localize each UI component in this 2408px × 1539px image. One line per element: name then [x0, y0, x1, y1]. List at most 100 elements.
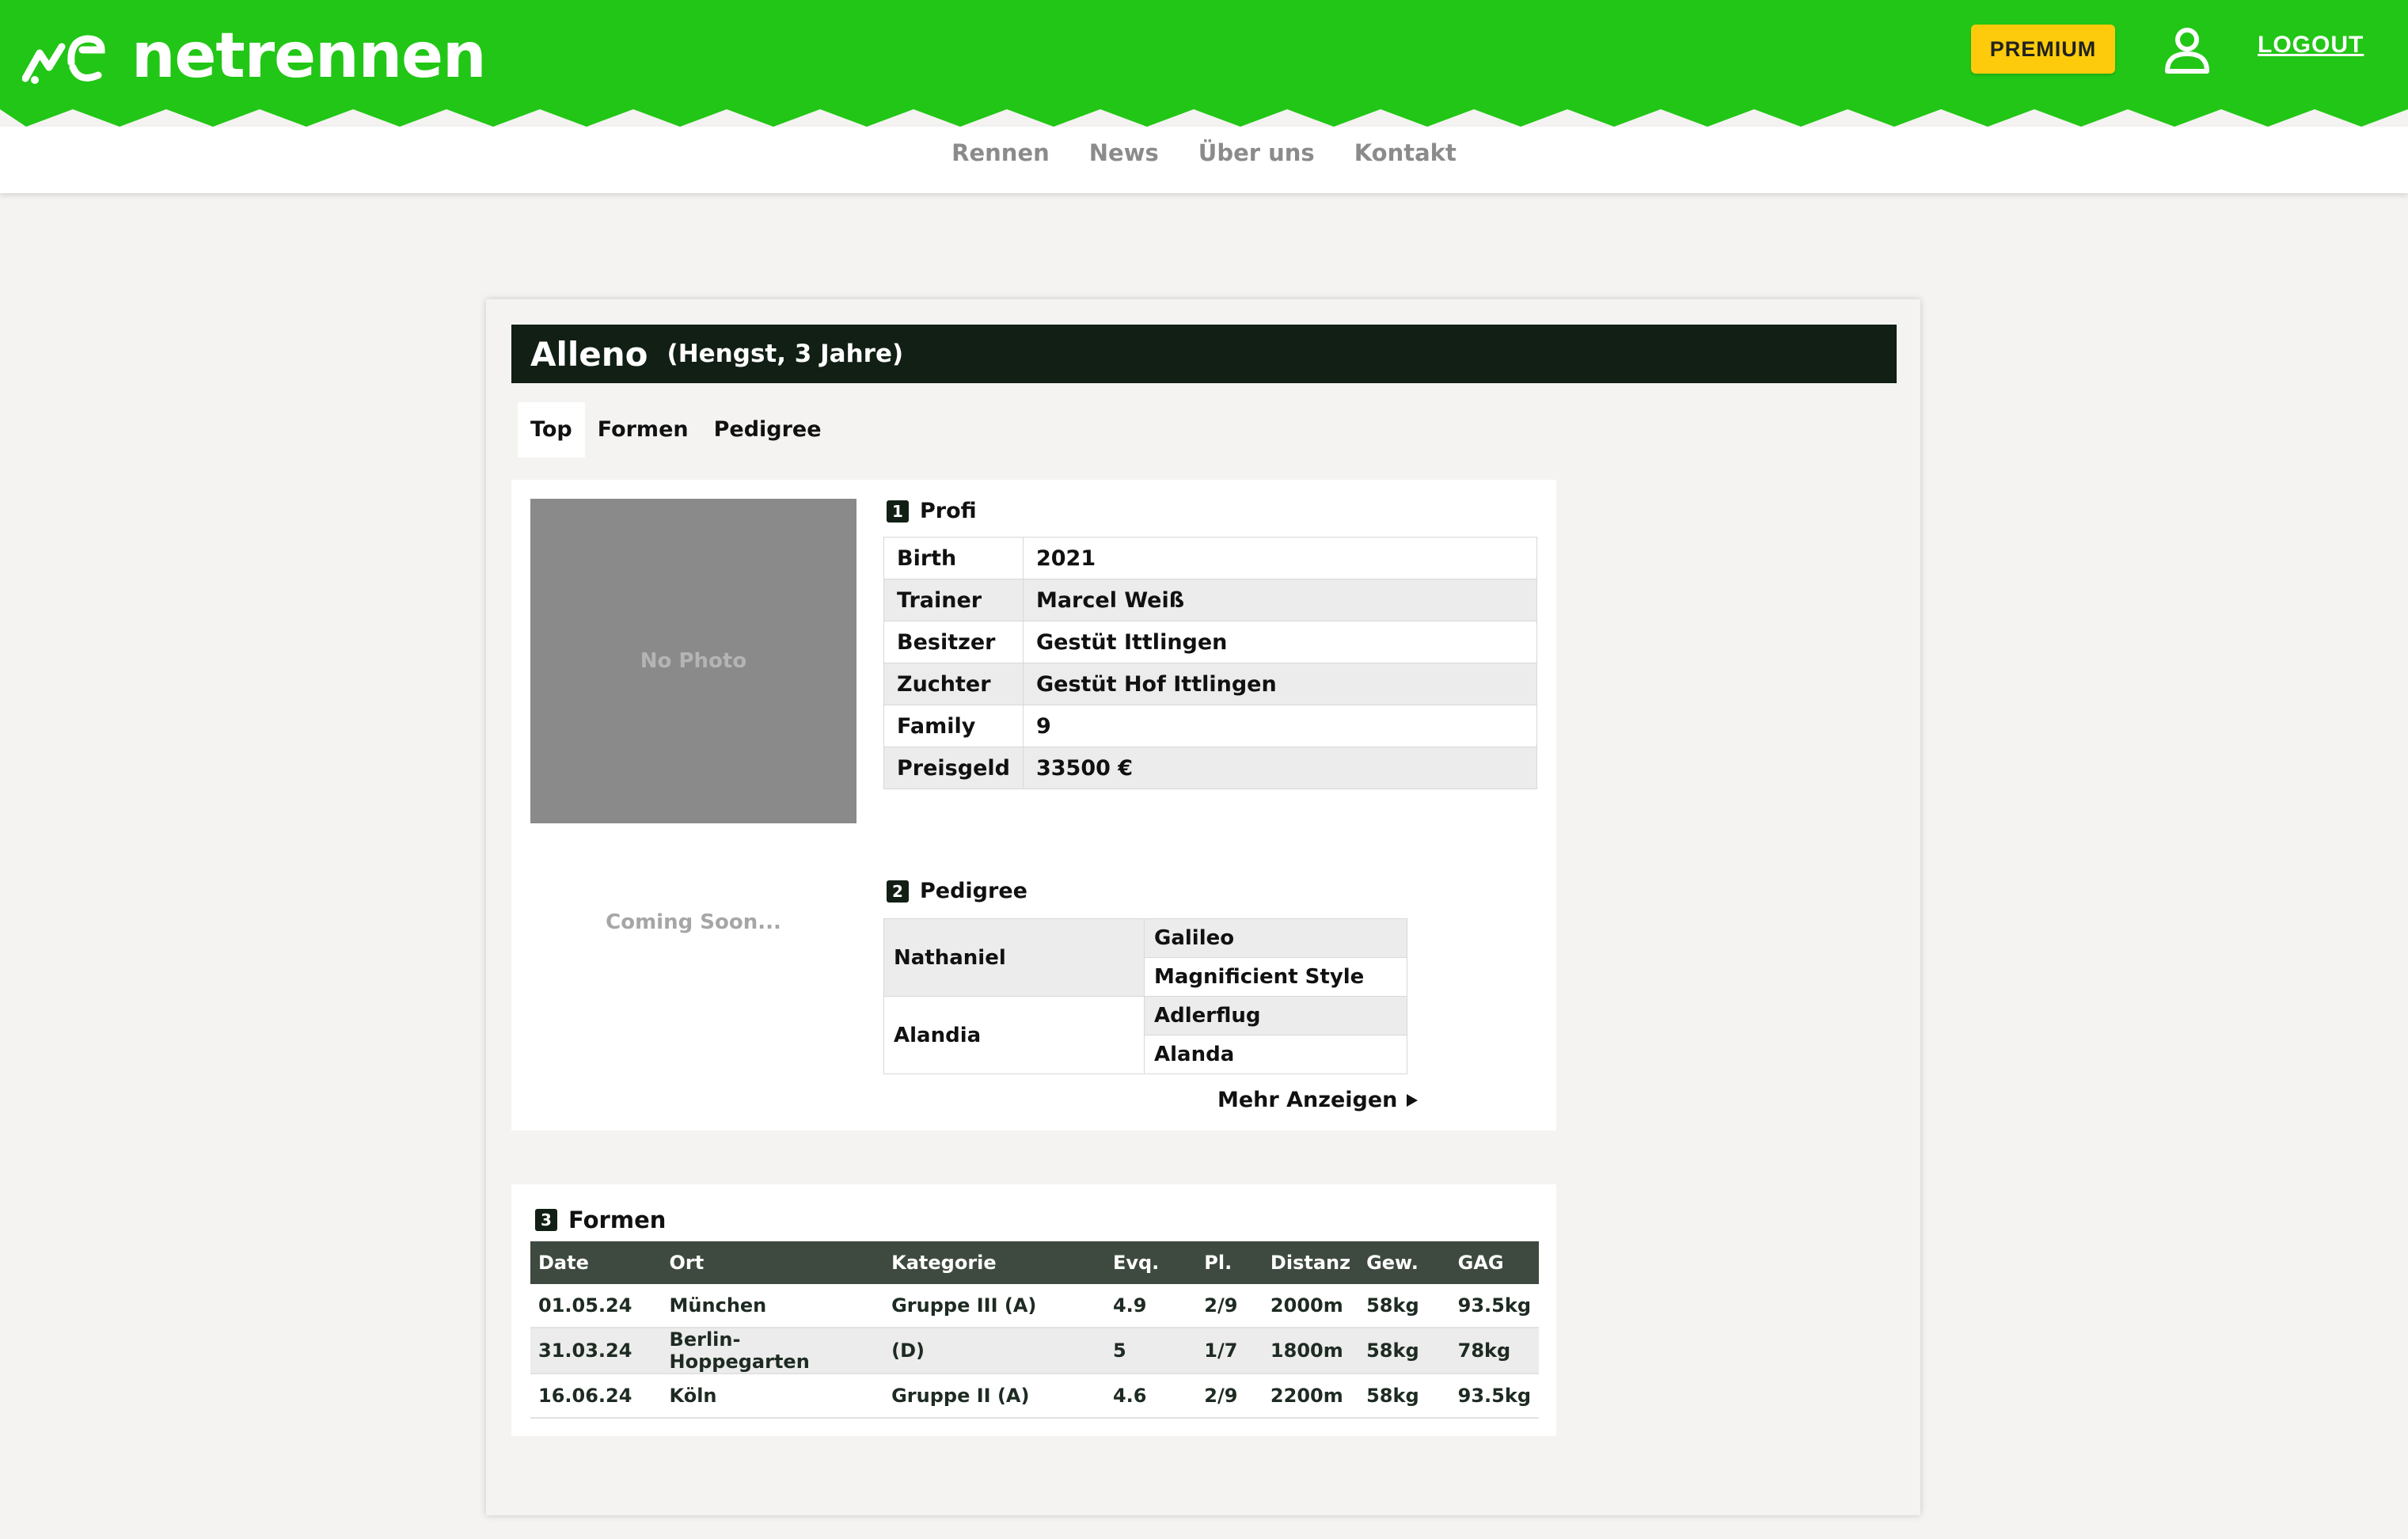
profi-value: Marcel Weiß	[1022, 579, 1538, 621]
site-header: netrennen PREMIUM LOGOUT	[0, 0, 2408, 127]
table-row: Preisgeld 33500 €	[883, 747, 1538, 789]
column-header: Kategorie	[883, 1241, 1105, 1284]
main-nav: Rennen News Über uns Kontakt	[0, 139, 2408, 166]
cell-date: 31.03.24	[530, 1328, 662, 1374]
column-header: Distanz	[1262, 1241, 1359, 1284]
nav-link-ueber-uns[interactable]: Über uns	[1198, 139, 1315, 166]
logout-link[interactable]: LOGOUT	[2258, 32, 2364, 59]
profi-key: Preisgeld	[883, 747, 1024, 789]
profi-key: Besitzer	[883, 621, 1024, 663]
horse-name: Alleno	[530, 334, 648, 374]
table-row: Trainer Marcel Weiß	[883, 579, 1538, 621]
column-header: Evq.	[1104, 1241, 1197, 1284]
mehr-anzeigen-link[interactable]: Mehr Anzeigen	[1217, 1088, 1419, 1112]
logo-icon	[22, 35, 105, 84]
nav-link-kontakt[interactable]: Kontakt	[1354, 139, 1457, 166]
column-header: Ort	[661, 1241, 884, 1284]
formen-table: Date Ort Kategorie Evq. Pl. Distanz Gew.…	[530, 1241, 1539, 1419]
tab-top[interactable]: Top	[518, 402, 585, 458]
pedigree-title: Pedigree	[920, 879, 1027, 903]
cell-kategorie: Gruppe III (A)	[883, 1284, 1105, 1328]
formen-heading: 3 Formen	[535, 1206, 666, 1233]
cell-date: 01.05.24	[530, 1284, 662, 1328]
horse-subtitle: (Hengst, 3 Jahre)	[667, 340, 904, 368]
cell-kategorie: Gruppe II (A)	[883, 1374, 1105, 1419]
horse-photo-placeholder: No Photo	[530, 499, 856, 823]
cell-gew: 58kg	[1358, 1328, 1450, 1374]
table-row: Family 9	[883, 705, 1538, 747]
profi-title: Profi	[920, 499, 977, 523]
cell-distanz: 1800m	[1262, 1328, 1359, 1374]
table-row[interactable]: 01.05.24 München Gruppe III (A) 4.9 2/9 …	[530, 1284, 1539, 1328]
tab-formen[interactable]: Formen	[585, 402, 701, 458]
profi-value: 33500 €	[1022, 747, 1538, 789]
play-arrow-icon	[1407, 1093, 1419, 1107]
table-row[interactable]: 31.03.24 Berlin-Hoppegarten (D) 5 1/7 18…	[530, 1328, 1539, 1374]
site-logo[interactable]: netrennen	[22, 21, 487, 92]
cell-gew: 58kg	[1358, 1374, 1450, 1419]
horse-card: Alleno (Hengst, 3 Jahre) Top Formen Pedi…	[486, 299, 1920, 1515]
cell-evq: 4.9	[1104, 1284, 1197, 1328]
horse-title-bar: Alleno (Hengst, 3 Jahre)	[511, 325, 1897, 383]
table-row: Birth 2021	[883, 537, 1538, 580]
table-row: Alandia Adlerflug	[883, 996, 1407, 1074]
cell-evq: 5	[1104, 1328, 1197, 1374]
column-header: GAG	[1449, 1241, 1539, 1284]
nav-link-rennen[interactable]: Rennen	[951, 139, 1050, 166]
cell-pl: 1/7	[1196, 1328, 1263, 1374]
user-icon[interactable]	[2161, 24, 2213, 76]
cell-distanz: 2000m	[1262, 1284, 1359, 1328]
formen-panel: 3 Formen Date Ort Kategorie Evq. Pl. Dis…	[511, 1184, 1556, 1436]
table-header-row: Date Ort Kategorie Evq. Pl. Distanz Gew.…	[530, 1241, 1539, 1284]
cell-pl: 2/9	[1196, 1284, 1263, 1328]
nav-link-news[interactable]: News	[1089, 139, 1159, 166]
profi-table: Birth 2021 Trainer Marcel Weiß Besitzer Ges…	[883, 537, 1538, 789]
horse-tabs: Top Formen Pedigree	[518, 402, 834, 458]
cell-distanz: 2200m	[1262, 1374, 1359, 1419]
cell-ort: München	[661, 1284, 884, 1328]
profi-heading: 1 Profi	[887, 499, 977, 523]
table-row: Zuchter Gestüt Hof Ittlingen	[883, 663, 1538, 705]
pedigree-heading: 2 Pedigree	[887, 879, 1027, 903]
profi-value: 2021	[1022, 537, 1538, 580]
profi-key: Family	[883, 705, 1024, 747]
cell-gag: 93.5kg	[1449, 1374, 1539, 1419]
mehr-anzeigen-label: Mehr Anzeigen	[1217, 1088, 1398, 1112]
table-row[interactable]: 16.06.24 Köln Gruppe II (A) 4.6 2/9 2200…	[530, 1374, 1539, 1419]
cell-pl: 2/9	[1196, 1374, 1263, 1419]
profi-key: Trainer	[883, 579, 1024, 621]
no-photo-label: No Photo	[640, 649, 747, 673]
section-number-badge: 1	[887, 500, 909, 522]
tab-pedigree[interactable]: Pedigree	[701, 402, 834, 458]
formen-title: Formen	[568, 1206, 667, 1233]
pedigree-dam-sire[interactable]: Adlerflug	[1144, 996, 1407, 1036]
cell-gew: 58kg	[1358, 1284, 1450, 1328]
table-row: Nathaniel Galileo	[883, 918, 1407, 997]
overview-panel: No Photo Coming Soon... 1 Profi Birth 202…	[511, 480, 1556, 1130]
profi-value: Gestüt Hof Ittlingen	[1022, 663, 1538, 705]
column-header: Date	[530, 1241, 662, 1284]
coming-soon-label: Coming Soon...	[606, 910, 781, 934]
pedigree-dam[interactable]: Alandia	[883, 996, 1145, 1074]
column-header: Pl.	[1196, 1241, 1263, 1284]
cell-kategorie: (D)	[883, 1328, 1105, 1374]
cell-ort: Köln	[661, 1374, 884, 1419]
section-number-badge: 3	[535, 1209, 557, 1231]
profi-key: Birth	[883, 537, 1024, 580]
pedigree-sire-dam[interactable]: Magnificient Style	[1144, 957, 1407, 997]
profi-value: Gestüt Ittlingen	[1022, 621, 1538, 663]
section-number-badge: 2	[887, 880, 909, 902]
cell-date: 16.06.24	[530, 1374, 662, 1419]
brand-name: netrennen	[131, 21, 487, 92]
table-row: Besitzer Gestüt Ittlingen	[883, 621, 1538, 663]
cell-evq: 4.6	[1104, 1374, 1197, 1419]
pedigree-dam-dam[interactable]: Alanda	[1144, 1035, 1407, 1074]
premium-button[interactable]: PREMIUM	[1971, 25, 2115, 74]
cell-gag: 78kg	[1449, 1328, 1539, 1374]
pedigree-table: Nathaniel Galileo Magnificient Style Ala…	[883, 918, 1407, 1074]
column-header: Gew.	[1358, 1241, 1450, 1284]
pedigree-sire[interactable]: Nathaniel	[883, 918, 1145, 997]
cell-ort: Berlin-Hoppegarten	[661, 1328, 884, 1374]
cell-gag: 93.5kg	[1449, 1284, 1539, 1328]
pedigree-sire-sire[interactable]: Galileo	[1144, 918, 1407, 958]
